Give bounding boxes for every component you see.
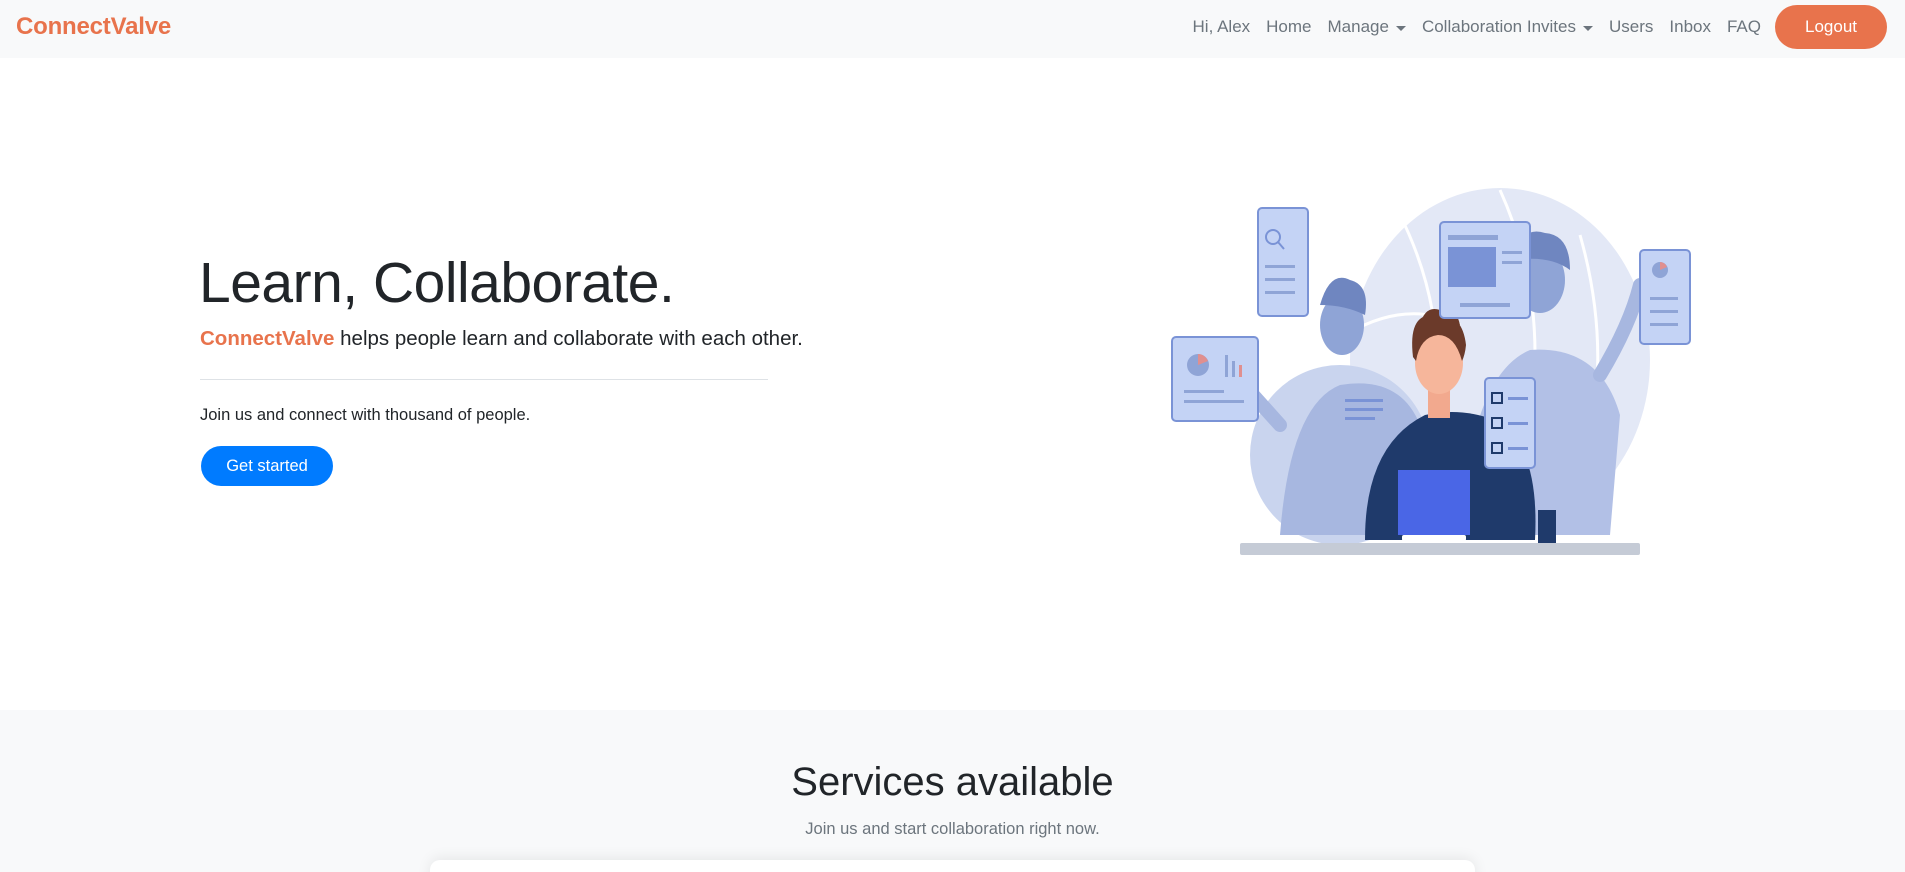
logout-button[interactable]: Logout: [1775, 5, 1887, 49]
hero-divider: [200, 379, 768, 380]
caret-down-icon: [1395, 25, 1406, 31]
nav-collaboration-invites-dropdown[interactable]: Collaboration Invites: [1422, 17, 1593, 37]
nav-manage-dropdown[interactable]: Manage: [1328, 17, 1406, 37]
caret-down-icon: [1582, 25, 1593, 31]
hero-lead-text: helps people learn and collaborate with …: [334, 327, 803, 350]
hero-lead: ConnectValve helps people learn and coll…: [200, 327, 803, 351]
nav-menu: Hi, Alex Home Manage Collaboration Invit…: [1193, 5, 1887, 49]
get-started-button[interactable]: Get started: [201, 446, 333, 486]
user-greeting[interactable]: Hi, Alex: [1193, 17, 1251, 37]
hero-title: Learn, Collaborate.: [199, 251, 675, 315]
navbar: ConnectValve Hi, Alex Home Manage Collab…: [0, 0, 1905, 58]
nav-collaboration-invites-label: Collaboration Invites: [1421, 17, 1576, 36]
services-title: Services available: [791, 760, 1114, 804]
nav-users[interactable]: Users: [1609, 17, 1653, 37]
hero-text: Join us and connect with thousand of peo…: [200, 406, 531, 424]
brand-logo[interactable]: ConnectValve: [16, 13, 171, 41]
services-subtitle: Join us and start collaboration right no…: [805, 820, 1100, 838]
nav-home[interactable]: Home: [1266, 17, 1311, 37]
nav-inbox[interactable]: Inbox: [1669, 17, 1711, 37]
collaboration-illustration: [1171, 188, 1691, 555]
services-card: [430, 860, 1475, 872]
nav-faq[interactable]: FAQ: [1727, 17, 1761, 37]
nav-manage-label: Manage: [1327, 17, 1389, 36]
hero-lead-brand: ConnectValve: [200, 327, 335, 350]
services-section: Services available Join us and start col…: [0, 710, 1905, 872]
